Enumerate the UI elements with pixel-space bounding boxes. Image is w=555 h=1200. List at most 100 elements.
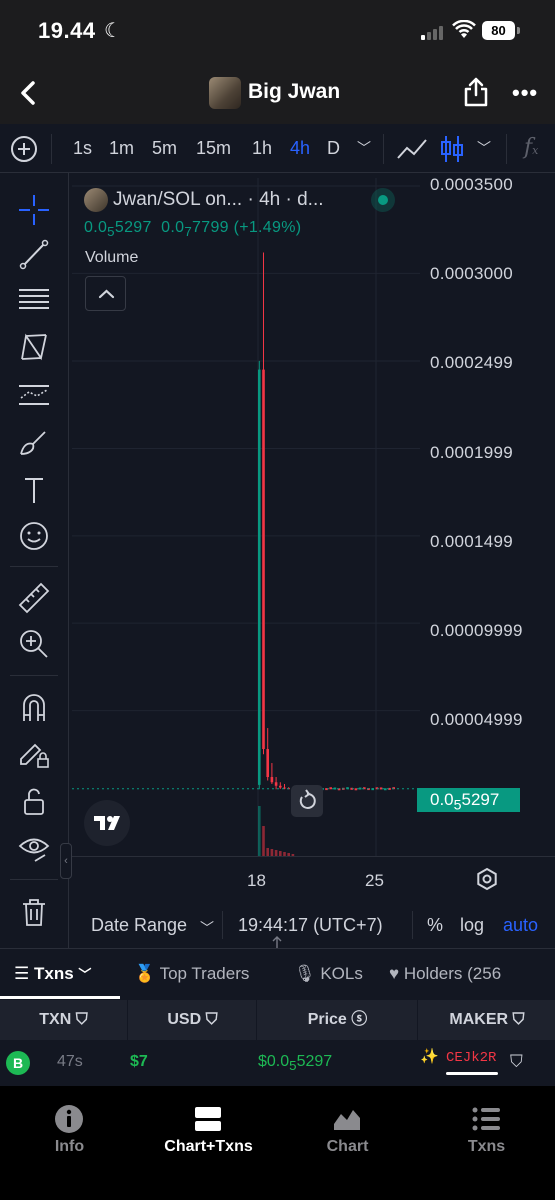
eye-icon[interactable] xyxy=(17,831,51,865)
battery-tip xyxy=(517,27,520,34)
chevron-down-icon[interactable]: ﹀ xyxy=(200,918,214,938)
interval-1m[interactable]: 1m xyxy=(109,138,134,159)
maker-underline xyxy=(446,1072,498,1075)
magnet-icon[interactable] xyxy=(17,691,51,725)
chevron-down-icon[interactable]: ﹀ xyxy=(357,138,371,158)
lock-drawing-icon[interactable] xyxy=(17,737,51,771)
line-chart-icon[interactable] xyxy=(396,136,428,162)
collapse-legend-button[interactable] xyxy=(85,276,126,311)
nav-chart[interactable]: Chart xyxy=(278,1086,417,1166)
volume-bar xyxy=(262,826,265,856)
interval-1s[interactable]: 1s xyxy=(73,138,92,159)
interval-5m[interactable]: 5m xyxy=(152,138,177,159)
market-status-icon xyxy=(371,188,395,212)
column-maker-label: MAKER xyxy=(449,1011,509,1028)
trend-line-icon[interactable] xyxy=(17,237,51,271)
current-price-label: 0.055297 xyxy=(417,788,520,813)
candles-icon[interactable] xyxy=(440,134,464,164)
reset-icon xyxy=(299,789,316,809)
volume-bar xyxy=(258,806,261,856)
settings-icon[interactable] xyxy=(474,866,500,892)
tool-divider xyxy=(10,879,58,880)
emoji-icon[interactable] xyxy=(17,519,51,553)
interval-15m[interactable]: 15m xyxy=(196,138,231,159)
tool-divider xyxy=(10,675,58,676)
tab-top-traders-label: Top Traders xyxy=(159,964,250,983)
nav-chart-txns-label: Chart+Txns xyxy=(164,1138,253,1155)
nav-txns-label: Txns xyxy=(467,1138,506,1155)
interval-d[interactable]: D xyxy=(327,138,340,159)
legend-volume[interactable]: Volume xyxy=(85,249,138,267)
fib-lines-icon[interactable] xyxy=(17,283,51,317)
price-scale[interactable]: 0.0003500 0.0003000 0.0002499 0.0001999 … xyxy=(420,173,555,856)
text-icon[interactable] xyxy=(17,473,51,507)
crosshair-icon[interactable] xyxy=(17,193,51,227)
tool-divider xyxy=(10,566,58,567)
auto-toggle[interactable]: auto xyxy=(503,915,538,936)
dollar-circle-icon[interactable]: ⓢ xyxy=(351,1011,367,1028)
txn-price: $0.055297 xyxy=(258,1053,333,1074)
trash-icon[interactable] xyxy=(17,895,51,929)
filter-icon[interactable]: ⛉ xyxy=(513,1011,525,1028)
candle-body xyxy=(270,777,274,783)
candle-body xyxy=(384,788,387,791)
filter-icon[interactable]: ⛉ xyxy=(76,1011,88,1028)
txn-maker[interactable]: CEJk2R xyxy=(446,1050,496,1066)
column-maker[interactable]: MAKER ⛉ xyxy=(419,1000,555,1040)
tab-kols-label: KOLs xyxy=(320,964,363,983)
legend-values: 0.055297 0.077799 (+1.49%) xyxy=(84,219,301,239)
interval-1h[interactable]: 1h xyxy=(252,138,272,159)
percent-toggle[interactable]: % xyxy=(427,915,443,936)
legend-symbol[interactable]: Jwan/SOL on... · 4h · d... xyxy=(113,189,324,211)
candle-body xyxy=(358,787,362,790)
volume-bar xyxy=(266,848,269,856)
column-usd[interactable]: USD ⛉ xyxy=(129,1000,257,1040)
range-bar: Date Range ﹀ 19:44:17 (UTC+7) % log auto xyxy=(72,902,555,948)
candle-body xyxy=(258,369,261,785)
log-toggle[interactable]: log xyxy=(460,915,484,936)
area-chart-icon xyxy=(334,1110,360,1130)
cellular-signal-icon xyxy=(421,24,447,40)
toolbar-collapse-handle[interactable]: ‹ xyxy=(60,843,72,879)
list-icon xyxy=(472,1107,500,1131)
nav-info[interactable]: Info xyxy=(0,1086,139,1166)
column-price[interactable]: Price ⓢ xyxy=(258,1000,418,1040)
app-header: Big Jwan ••• xyxy=(0,62,555,124)
chevron-down-icon[interactable]: ﹀ xyxy=(477,138,491,158)
date-range-button[interactable]: Date Range xyxy=(91,915,187,936)
toolbar-divider xyxy=(51,134,52,164)
add-symbol-icon[interactable] xyxy=(11,136,37,162)
column-txn[interactable]: TXN ⛉ xyxy=(0,1000,128,1040)
heart-icon: ♥ xyxy=(389,964,400,983)
interval-4h[interactable]: 4h xyxy=(290,138,310,159)
forecast-icon[interactable] xyxy=(17,378,51,412)
unlock-icon[interactable] xyxy=(17,785,51,819)
nav-info-label: Info xyxy=(54,1138,85,1155)
legend-open: 0.055297 xyxy=(84,219,152,240)
medal-icon: 🏅 xyxy=(134,964,156,983)
ruler-icon[interactable] xyxy=(17,581,51,615)
filter-icon[interactable]: ⛉ xyxy=(510,1052,523,1072)
tab-top-traders[interactable]: 🏅 Top Traders xyxy=(134,964,249,984)
active-tab-indicator xyxy=(0,996,120,999)
tab-holders[interactable]: ♥ Holders (256 xyxy=(389,964,501,984)
reset-chart-button[interactable] xyxy=(291,785,323,817)
status-time: 19.44 xyxy=(38,18,96,43)
pattern-icon[interactable] xyxy=(17,330,51,364)
indicators-icon[interactable]: fx xyxy=(524,135,538,160)
tradingview-logo[interactable] xyxy=(84,800,130,846)
txn-tabs: ☰ Txns ﹀ 🏅 Top Traders 🎙 KOLs ♥ Holders … xyxy=(0,948,555,1000)
nav-txns[interactable]: Txns xyxy=(417,1086,555,1166)
clock-display[interactable]: 19:44:17 (UTC+7) xyxy=(238,915,383,936)
tab-txns[interactable]: ☰ Txns ﹀ xyxy=(14,964,91,984)
zoom-icon[interactable] xyxy=(17,627,51,661)
brush-icon[interactable] xyxy=(17,426,51,460)
filter-icon[interactable]: ⛉ xyxy=(206,1011,218,1028)
more-options-icon[interactable]: ••• xyxy=(512,80,538,106)
tab-kols[interactable]: 🎙 KOLs xyxy=(294,964,363,984)
time-label: 25 xyxy=(365,871,384,890)
nav-chart-txns[interactable]: Chart+Txns xyxy=(139,1086,278,1166)
share-icon[interactable] xyxy=(462,76,490,108)
price-label: 0.0001499 xyxy=(430,532,514,551)
back-icon[interactable] xyxy=(14,78,44,108)
